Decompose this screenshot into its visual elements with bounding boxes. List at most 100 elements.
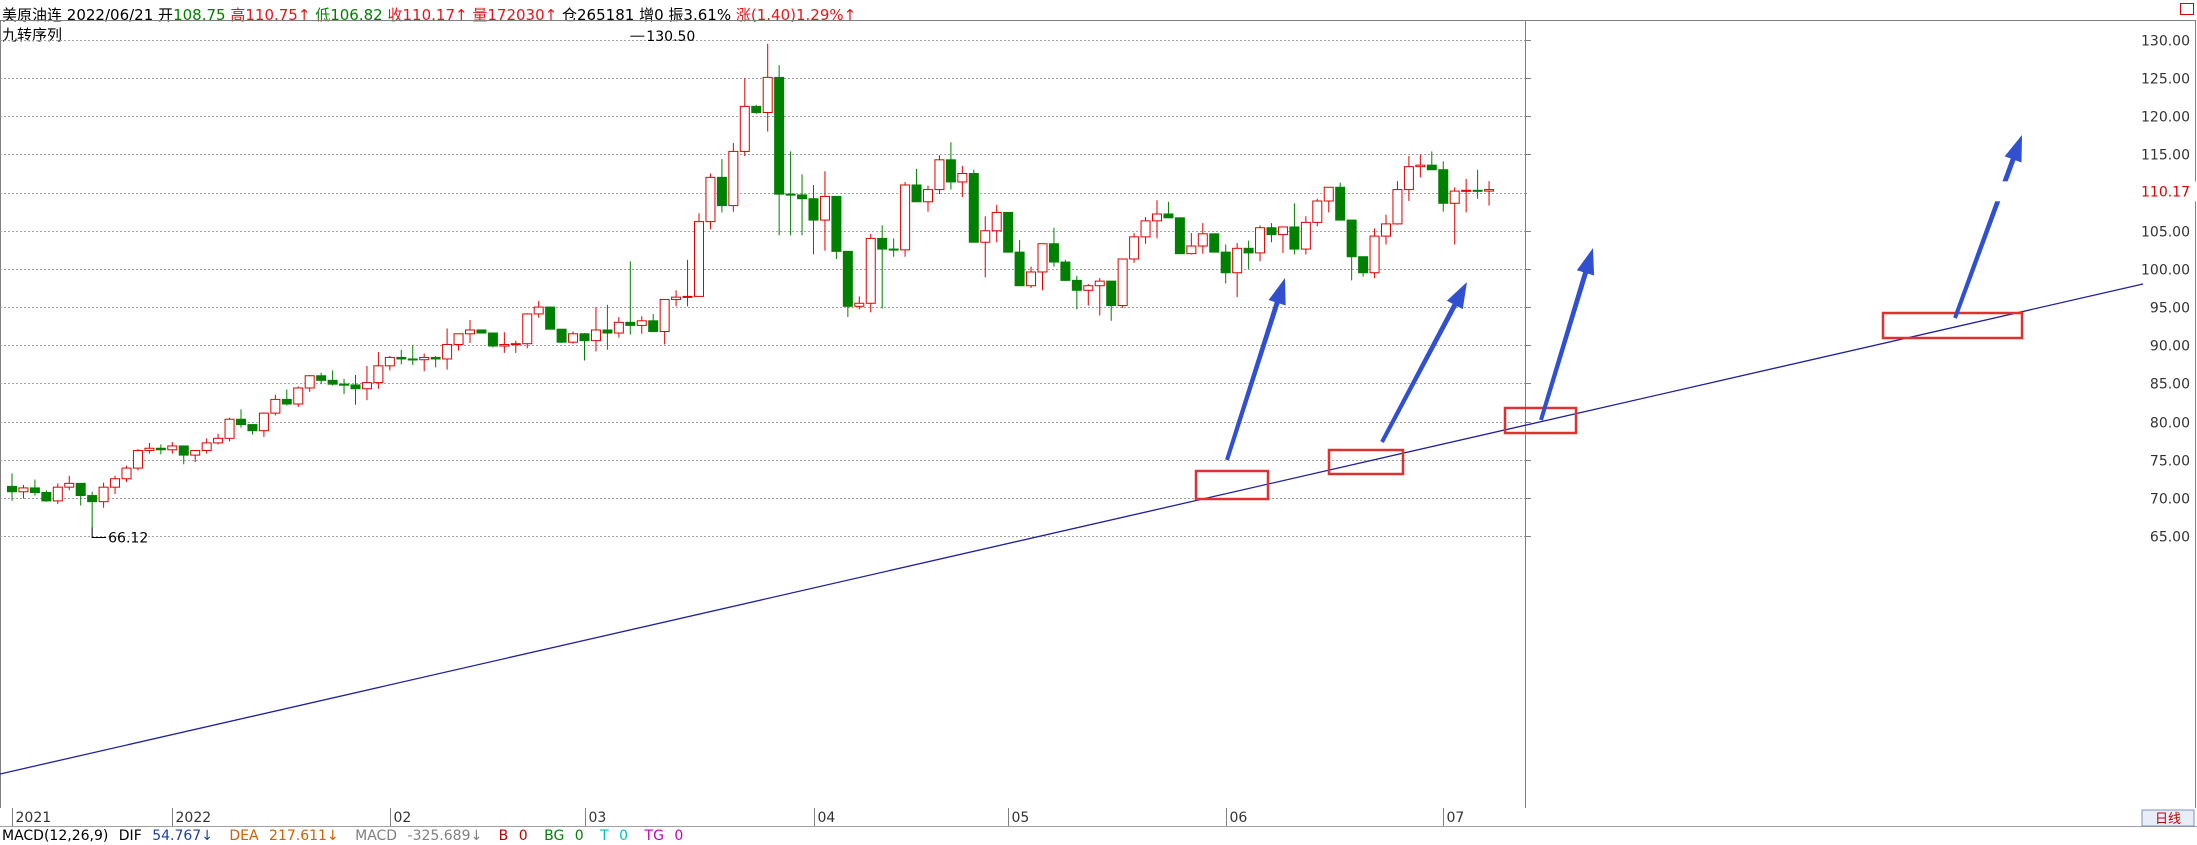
x-tick-label: 2022 <box>176 810 212 826</box>
candle-body <box>1129 236 1140 260</box>
y-tick-label: 70.00 <box>2150 492 2190 508</box>
tg-value: 0 <box>674 828 684 844</box>
candle-body <box>888 248 899 251</box>
candle-body <box>1255 227 1266 254</box>
candle-body <box>29 487 40 494</box>
y-tick-label: 100.00 <box>2141 263 2190 279</box>
candle-body <box>75 482 86 497</box>
x-tick-label: 03 <box>589 810 607 826</box>
candle-body <box>293 387 304 405</box>
y-tick-label: 105.00 <box>2141 225 2190 241</box>
candle-body <box>808 198 819 221</box>
candle-body <box>201 442 212 452</box>
candle-body <box>384 356 395 367</box>
y-tick-label: 85.00 <box>2150 377 2190 393</box>
trend-arrow <box>1380 282 1467 443</box>
last-price-tag-bg <box>1527 181 2196 202</box>
dif-value: 54.767↓ <box>152 828 213 844</box>
x-tick-label: 04 <box>818 810 836 826</box>
candle-body <box>144 447 155 452</box>
candle-body <box>1071 279 1082 291</box>
candle-body <box>694 221 704 297</box>
candle-body <box>1174 217 1185 255</box>
macd-label: MACD <box>355 828 398 844</box>
candle-body <box>1232 247 1243 274</box>
bg-label: BG <box>544 828 565 844</box>
candle-body <box>167 445 178 451</box>
candle-body <box>339 383 350 386</box>
x-tick-label: 02 <box>394 810 412 826</box>
y-tick-label: 120.00 <box>2141 110 2190 126</box>
candle-body <box>1243 247 1254 254</box>
candle-body <box>247 424 258 432</box>
candle-body <box>659 298 670 332</box>
tg-label: TG <box>644 828 664 844</box>
low-marker-line <box>91 527 107 538</box>
candle-body <box>831 195 842 252</box>
candle-body <box>545 306 556 330</box>
high-price-label: 130.50 <box>646 29 695 45</box>
candle-body <box>361 382 372 390</box>
y-tick-label: 130.00 <box>2141 34 2190 50</box>
candle-body <box>1014 251 1025 287</box>
y-tick-label: 90.00 <box>2150 339 2190 355</box>
candle-body <box>1117 258 1128 307</box>
candle-body <box>419 356 430 361</box>
y-tick-label: 115.00 <box>2141 148 2190 164</box>
macd-name: MACD(12,26,9) <box>2 828 109 844</box>
candle-body <box>327 379 338 385</box>
candlestick-chart[interactable]: 130.00125.00120.00115.00110.00105.00100.… <box>0 0 2197 845</box>
t-value: 0 <box>619 828 629 844</box>
candle-body <box>1369 235 1380 274</box>
candle-body <box>590 329 601 342</box>
candle-body <box>1209 233 1220 253</box>
macd-value: -325.689↓ <box>407 828 483 844</box>
trend-line <box>0 283 2144 775</box>
candle-body <box>213 437 224 444</box>
candle-body <box>1266 227 1277 236</box>
candle-body <box>1106 280 1117 307</box>
candle-body <box>52 486 63 502</box>
candle-body <box>716 176 727 207</box>
candle-body <box>751 105 762 113</box>
candle-body <box>1037 243 1048 273</box>
candle-body <box>900 184 911 251</box>
candle-body <box>854 302 865 307</box>
candle-body <box>476 329 487 334</box>
x-axis-band <box>0 808 2197 828</box>
x-tick-label: 2021 <box>16 810 52 826</box>
candle-body <box>98 486 109 503</box>
candle-body <box>923 189 933 203</box>
candle-body <box>648 320 659 332</box>
candle-body <box>533 306 544 315</box>
candle-body <box>1312 200 1323 223</box>
candle-body <box>316 375 327 381</box>
candle-body <box>774 76 785 195</box>
candle-body <box>602 329 613 334</box>
plot-frame <box>0 20 2196 809</box>
candle-body <box>762 76 773 113</box>
candle-body <box>1277 226 1288 236</box>
candle-body <box>613 321 624 334</box>
low-price-label: 66.12 <box>108 530 148 546</box>
candle-body <box>1026 271 1037 287</box>
candle-body <box>980 230 991 243</box>
candle-body <box>453 333 464 345</box>
highlight-box <box>1503 406 1578 435</box>
candle-body <box>304 375 315 389</box>
candle-body <box>64 482 75 488</box>
candle-body <box>1346 219 1357 258</box>
y-tick-label: 75.00 <box>2150 454 2190 470</box>
candle-body <box>739 105 750 152</box>
candle-body <box>190 450 201 456</box>
y-tick-label: 65.00 <box>2150 530 2190 546</box>
candle-body <box>1083 285 1094 291</box>
candle-body <box>1186 245 1197 255</box>
candle-body <box>1323 186 1334 202</box>
candle-body <box>350 384 361 390</box>
candle-body <box>556 328 567 343</box>
candle-body <box>1335 186 1346 221</box>
trend-arrow <box>1225 278 1286 461</box>
highlight-box <box>1194 469 1270 501</box>
candle-body <box>1140 220 1151 238</box>
